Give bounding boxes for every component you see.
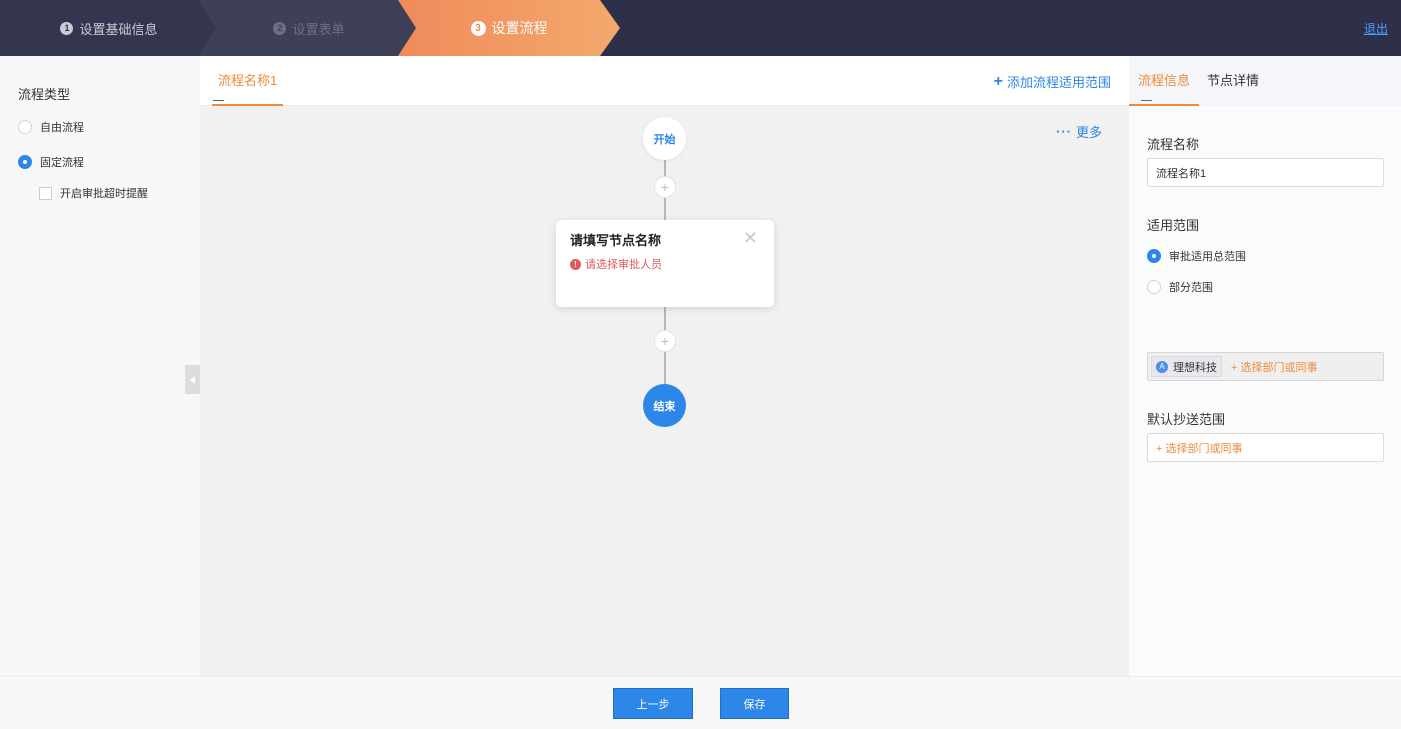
flow-tabs-bar: 流程名称1 + 添加流程适用范围 <box>200 56 1129 106</box>
plus-icon: + <box>993 72 1003 90</box>
step-number-icon: 1 <box>60 21 74 35</box>
radio-fixed-flow[interactable]: 固定流程 <box>18 154 84 170</box>
cc-scope-label: 默认抄送范围 <box>1147 412 1226 427</box>
radio-scope-all[interactable]: 审批适用总范围 <box>1147 248 1246 264</box>
step-number-icon: 2 <box>273 21 287 35</box>
flow-name-label: 流程名称 <box>1147 137 1200 152</box>
start-node: 开始 <box>643 117 686 160</box>
top-bar: 1 设置基础信息 2 设置表单 3 设置流程 退出 <box>0 0 1401 56</box>
flow-type-title: 流程类型 <box>18 87 71 102</box>
tab-indicator <box>1141 100 1152 101</box>
node-warning: ! 请选择审批人员 <box>570 256 662 272</box>
logout-link[interactable]: 退出 <box>1364 20 1388 37</box>
radio-icon[interactable] <box>1147 249 1161 263</box>
radio-label: 部分范围 <box>1169 282 1213 294</box>
flow-type-panel: 流程类型 自由流程 固定流程 开启审批超时提醒 <box>0 56 200 676</box>
radio-label: 审批适用总范围 <box>1169 251 1246 263</box>
tab-node-details[interactable]: 节点详情 <box>1198 56 1268 106</box>
step-number-icon: 3 <box>470 20 486 36</box>
prev-step-button[interactable]: 上一步 <box>613 688 693 719</box>
close-icon[interactable]: ✕ <box>743 228 758 249</box>
right-tabs: 流程信息 节点详情 <box>1129 56 1401 106</box>
timeout-reminder-checkbox[interactable]: 开启审批超时提醒 <box>39 185 148 201</box>
tab-label: 节点详情 <box>1207 73 1260 88</box>
scope-label: 适用范围 <box>1147 218 1200 233</box>
select-dept-or-colleague-link[interactable]: + 选择部门或同事 <box>1231 359 1317 375</box>
tab-flow-name-1[interactable]: 流程名称1 <box>212 56 284 106</box>
add-node-button[interactable]: + <box>654 176 676 198</box>
step-label: 设置表单 <box>292 21 345 37</box>
more-dots-icon: ··· <box>1055 124 1072 139</box>
collapse-panel-handle[interactable] <box>185 365 200 394</box>
scope-tag-label: 理想科技 <box>1173 361 1217 374</box>
org-icon: A <box>1156 360 1168 373</box>
more-label: 更多 <box>1075 125 1102 140</box>
chevron-left-icon <box>190 375 195 384</box>
radio-icon[interactable] <box>18 155 32 169</box>
radio-label: 固定流程 <box>40 157 84 169</box>
flow-canvas: ··· 更多 开始 + 请填写节点名称 ✕ ! 请选择审批人员 + 结束 <box>200 106 1129 676</box>
checkbox-label: 开启审批超时提醒 <box>60 188 148 200</box>
radio-icon[interactable] <box>18 120 32 134</box>
step-label: 设置流程 <box>491 20 548 36</box>
flow-name-input[interactable]: 流程名称1 <box>1147 158 1384 187</box>
approval-node-card[interactable]: 请填写节点名称 ✕ ! 请选择审批人员 <box>556 220 774 307</box>
scope-selector[interactable]: A 理想科技 + 选择部门或同事 <box>1147 352 1384 381</box>
flow-info-panel: 流程信息 节点详情 流程名称 流程名称1 适用范围 审批适用总范围 部分范围 A… <box>1129 56 1401 676</box>
tab-indicator <box>213 100 224 101</box>
add-scope-label: 添加流程适用范围 <box>1006 75 1111 90</box>
step-form[interactable]: 2 设置表单 <box>198 0 420 56</box>
tab-label: 流程信息 <box>1138 73 1191 88</box>
radio-icon[interactable] <box>1147 280 1161 294</box>
checkbox-icon[interactable] <box>39 186 52 200</box>
node-title: 请填写节点名称 <box>570 233 662 248</box>
radio-scope-partial[interactable]: 部分范围 <box>1147 279 1213 295</box>
step-flow[interactable]: 3 设置流程 <box>398 0 620 56</box>
radio-label: 自由流程 <box>40 122 84 134</box>
flow-info-form: 流程名称 流程名称1 适用范围 审批适用总范围 部分范围 A 理想科技 + 选择… <box>1129 106 1401 676</box>
end-node: 结束 <box>643 384 686 427</box>
step-basic-info[interactable]: 1 设置基础信息 <box>0 0 218 56</box>
scope-tag[interactable]: A 理想科技 <box>1151 356 1222 377</box>
radio-free-flow[interactable]: 自由流程 <box>18 119 84 135</box>
add-flow-scope-button[interactable]: + 添加流程适用范围 <box>994 72 1111 91</box>
add-node-button[interactable]: + <box>654 330 676 352</box>
tab-flow-info[interactable]: 流程信息 <box>1129 56 1200 106</box>
tab-label: 流程名称1 <box>218 73 278 88</box>
step-label: 设置基础信息 <box>79 21 158 37</box>
save-button[interactable]: 保存 <box>720 688 789 719</box>
footer-bar: 上一步 保存 <box>0 676 1401 729</box>
warning-text: 请选择审批人员 <box>585 259 662 271</box>
cc-scope-selector[interactable]: + 选择部门或同事 <box>1147 433 1384 462</box>
more-button[interactable]: ··· 更多 <box>1056 122 1102 141</box>
warning-icon: ! <box>570 258 581 270</box>
